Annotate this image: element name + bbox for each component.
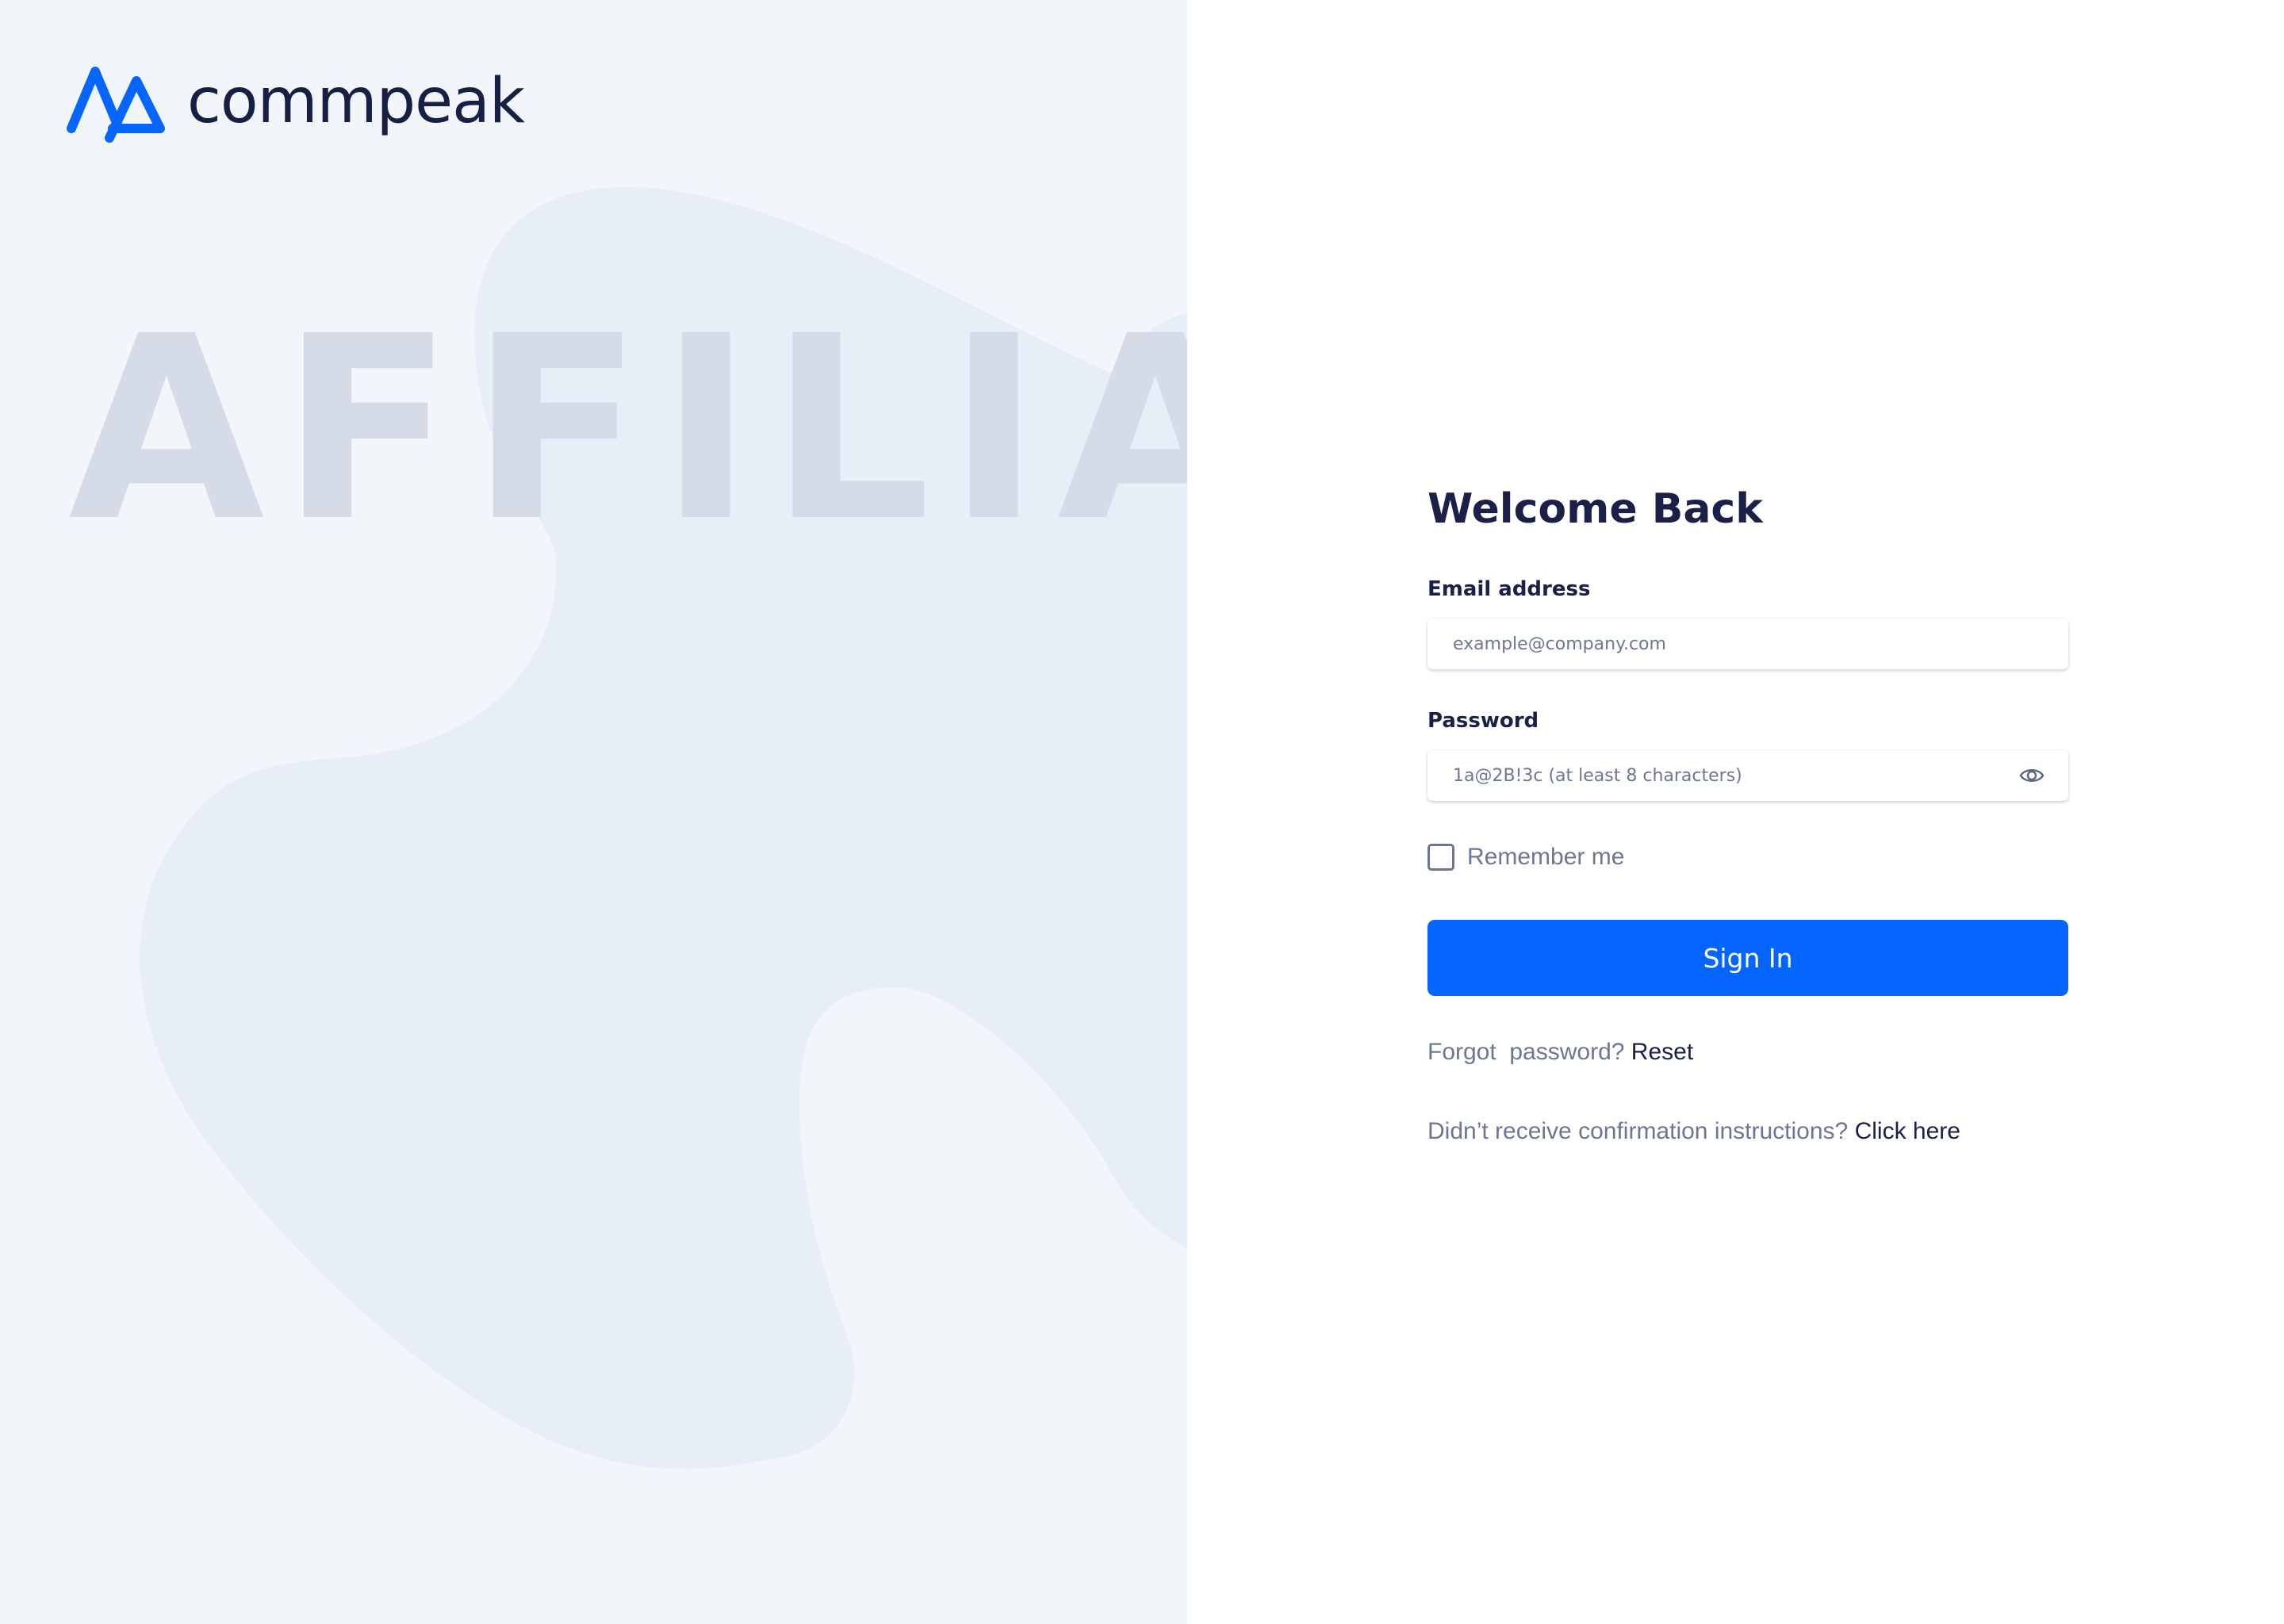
- affiliate-watermark: AFFILIATE: [68, 282, 1187, 577]
- password-field-container: [1428, 750, 2068, 801]
- click-here-link[interactable]: Click here: [1855, 1118, 1960, 1144]
- reset-link[interactable]: Reset: [1631, 1039, 1693, 1065]
- email-field-container: [1428, 619, 2068, 669]
- remember-me: Remember me: [1428, 844, 1624, 871]
- sign-in-button[interactable]: Sign In: [1428, 920, 2068, 996]
- remember-me-checkbox[interactable]: [1428, 844, 1454, 871]
- commpeak-logo-icon: [67, 67, 165, 143]
- remember-me-label[interactable]: Remember me: [1467, 844, 1624, 871]
- page-title: Welcome Back: [1428, 485, 1763, 533]
- confirmation-line: Didn’t receive confirmation instructions…: [1428, 1118, 1960, 1145]
- eye-icon[interactable]: [2019, 765, 2044, 786]
- email-field[interactable]: [1428, 619, 2068, 669]
- brand-name: commpeak: [187, 66, 525, 137]
- email-label: Email address: [1428, 577, 1591, 601]
- password-field[interactable]: [1428, 750, 2068, 801]
- forgot-password-line: Forgot password? Reset: [1428, 1039, 1693, 1066]
- background-blob: [140, 187, 1187, 1469]
- commpeak-logo: commpeak: [63, 62, 525, 146]
- forgot-password-text: Forgot password?: [1428, 1039, 1625, 1065]
- confirmation-text: Didn’t receive confirmation instructions…: [1428, 1118, 1849, 1144]
- brand-panel: AFFILIATE commpeak: [0, 0, 1187, 1624]
- password-label: Password: [1428, 709, 1539, 733]
